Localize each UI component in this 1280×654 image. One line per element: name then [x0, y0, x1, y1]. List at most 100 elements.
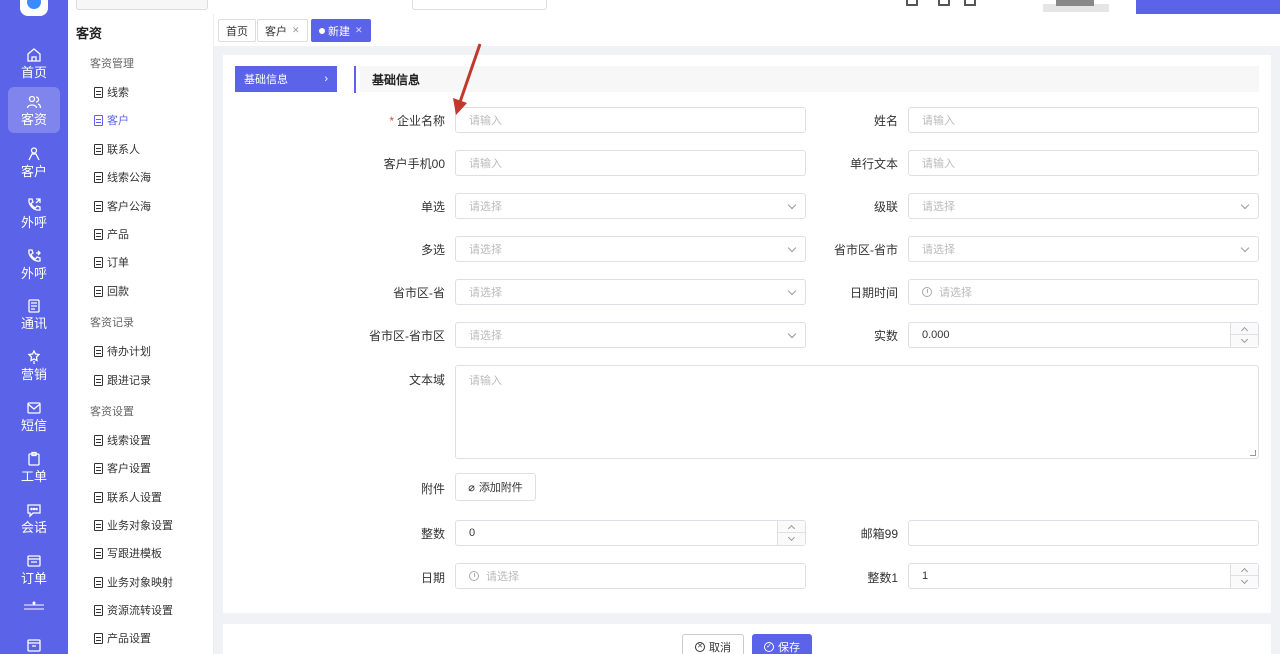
clipboard-icon [28, 451, 40, 466]
close-icon[interactable]: ✕ [292, 25, 300, 36]
global-search-input[interactable] [76, 0, 208, 10]
sidebar-item-followup-template[interactable]: 写跟进模板 [94, 545, 162, 561]
sidebar-item-object-settings[interactable]: 业务对象设置 [94, 517, 173, 533]
document-icon [94, 143, 103, 155]
increment-button[interactable] [1231, 564, 1259, 576]
resize-handle-icon[interactable] [1250, 450, 1256, 456]
more-icon[interactable] [22, 601, 46, 611]
sidebar-title: 客资 [76, 26, 103, 41]
nav-chat[interactable]: 会话 [8, 495, 60, 541]
document-icon [94, 228, 103, 240]
sidebar-item-label: 资源流转设置 [107, 605, 173, 617]
header-icon[interactable] [906, 0, 918, 6]
sidebar-item-customer-pool[interactable]: 客户公海 [94, 198, 151, 214]
date-picker[interactable]: 请选择 [455, 563, 806, 589]
sidebar-item-label: 产品设置 [107, 633, 151, 645]
form-nav-basic-info[interactable]: 基础信息 › [235, 66, 337, 92]
nav-leads[interactable]: 客资 [8, 87, 60, 133]
tab-new[interactable]: 新建 ✕ [311, 19, 371, 42]
decrement-button[interactable] [1231, 576, 1259, 588]
nav-label: 会话 [20, 519, 47, 535]
increment-button[interactable] [778, 521, 806, 533]
form-card: 基础信息 › 基础信息 * 企业名称 请输入 姓名 请输入 客户手机00 请输入 … [223, 55, 1271, 613]
check-circle-icon: ✓ [764, 642, 774, 652]
tab-home[interactable]: 首页 [218, 19, 256, 42]
cancel-button[interactable]: ✕ 取消 [682, 634, 744, 654]
sidebar-item-leads[interactable]: 线索 [94, 84, 129, 100]
region-prov-label: 省市区-省 [393, 286, 445, 300]
increment-button[interactable] [1231, 323, 1259, 335]
name-label: 姓名 [873, 114, 898, 128]
header-icon[interactable] [938, 0, 950, 6]
integer-stepper[interactable]: 0 [455, 520, 806, 546]
sidebar-item-lead-pool[interactable]: 线索公海 [94, 169, 151, 185]
sidebar-item-resource-flow[interactable]: 资源流转设置 [94, 602, 173, 618]
phone-input[interactable]: 请输入 [455, 150, 806, 176]
sidebar-item-todo[interactable]: 待办计划 [94, 343, 151, 359]
tab-customer[interactable]: 客户 ✕ [257, 19, 308, 42]
document-icon [94, 114, 103, 126]
decrement-button[interactable] [778, 533, 806, 545]
sidebar-item-label: 线索 [107, 87, 129, 99]
section-divider [354, 66, 356, 93]
textarea-label: 文本域 [408, 373, 445, 387]
header-icon[interactable] [964, 0, 976, 6]
nav-outbound-2[interactable]: 外呼 [8, 241, 60, 287]
document-icon [94, 86, 103, 98]
sidebar-item-customer[interactable]: 客户 [94, 112, 129, 128]
sidebar-item-customer-settings[interactable]: 客户设置 [94, 460, 151, 476]
region-full-label: 省市区-省市区 [369, 329, 445, 343]
real-number-stepper[interactable]: 0.000 [908, 322, 1259, 348]
document-icon [94, 576, 103, 588]
sidebar-item-contact-settings[interactable]: 联系人设置 [94, 489, 162, 505]
nav-contacts[interactable]: 通讯 [8, 291, 60, 337]
document-icon [94, 256, 103, 268]
email-input[interactable] [908, 520, 1259, 546]
nav-customer[interactable]: 客户 [8, 139, 60, 185]
nav-ticket[interactable]: 工单 [8, 444, 60, 490]
decrement-button[interactable] [1231, 335, 1259, 347]
sidebar-item-label: 线索设置 [107, 435, 151, 447]
datetime-picker[interactable]: 请选择 [908, 279, 1259, 305]
company-name-input[interactable]: 请输入 [455, 107, 806, 133]
user-avatar[interactable] [1056, 0, 1094, 6]
sidebar-item-object-mapping[interactable]: 业务对象映射 [94, 574, 173, 590]
sidebar-item-order[interactable]: 订单 [94, 254, 129, 270]
sidebar-item-payment[interactable]: 回款 [94, 283, 129, 299]
multi-select[interactable]: 请选择 [455, 236, 806, 262]
close-icon[interactable]: ✕ [355, 25, 363, 36]
sidebar-item-product[interactable]: 产品 [94, 226, 129, 242]
nav-outbound[interactable]: 外呼 [8, 190, 60, 236]
single-select[interactable]: 请选择 [455, 193, 806, 219]
header-search-input[interactable] [412, 0, 547, 10]
region-prov-city-select[interactable]: 请选择 [908, 236, 1259, 262]
integer1-stepper[interactable]: 1 [908, 563, 1259, 589]
chevron-right-icon: › [324, 73, 328, 85]
save-button[interactable]: ✓ 保存 [752, 634, 812, 654]
sidebar-item-lead-settings[interactable]: 线索设置 [94, 432, 151, 448]
app-logo[interactable] [20, 0, 48, 16]
cascade-select[interactable]: 请选择 [908, 193, 1259, 219]
nav-more[interactable] [8, 626, 60, 654]
form-nav-label: 基础信息 [244, 74, 288, 86]
multi-select-label: 多选 [420, 243, 445, 257]
sidebar-item-label: 线索公海 [107, 172, 151, 184]
sidebar-item-label: 写跟进模板 [107, 548, 162, 560]
document-icon [94, 200, 103, 212]
region-full-select[interactable]: 请选择 [455, 322, 806, 348]
region-prov-select[interactable]: 请选择 [455, 279, 806, 305]
textarea-input[interactable]: 请输入 [455, 365, 1259, 459]
nav-sms[interactable]: 短信 [8, 393, 60, 439]
name-input[interactable]: 请输入 [908, 107, 1259, 133]
add-attachment-button[interactable]: ⌀ 添加附件 [455, 473, 536, 501]
sidebar-item-contacts[interactable]: 联系人 [94, 141, 140, 157]
nav-marketing[interactable]: 营销 [8, 342, 60, 388]
store-icon [27, 638, 41, 652]
sidebar-item-followup[interactable]: 跟进记录 [94, 372, 151, 388]
nav-label: 短信 [20, 417, 47, 433]
nav-order[interactable]: 订单 [8, 546, 60, 592]
nav-home[interactable]: 首页 [8, 40, 60, 86]
sidebar-item-product-settings[interactable]: 产品设置 [94, 630, 151, 646]
single-text-input[interactable]: 请输入 [908, 150, 1259, 176]
header-action-button[interactable] [1136, 0, 1280, 14]
